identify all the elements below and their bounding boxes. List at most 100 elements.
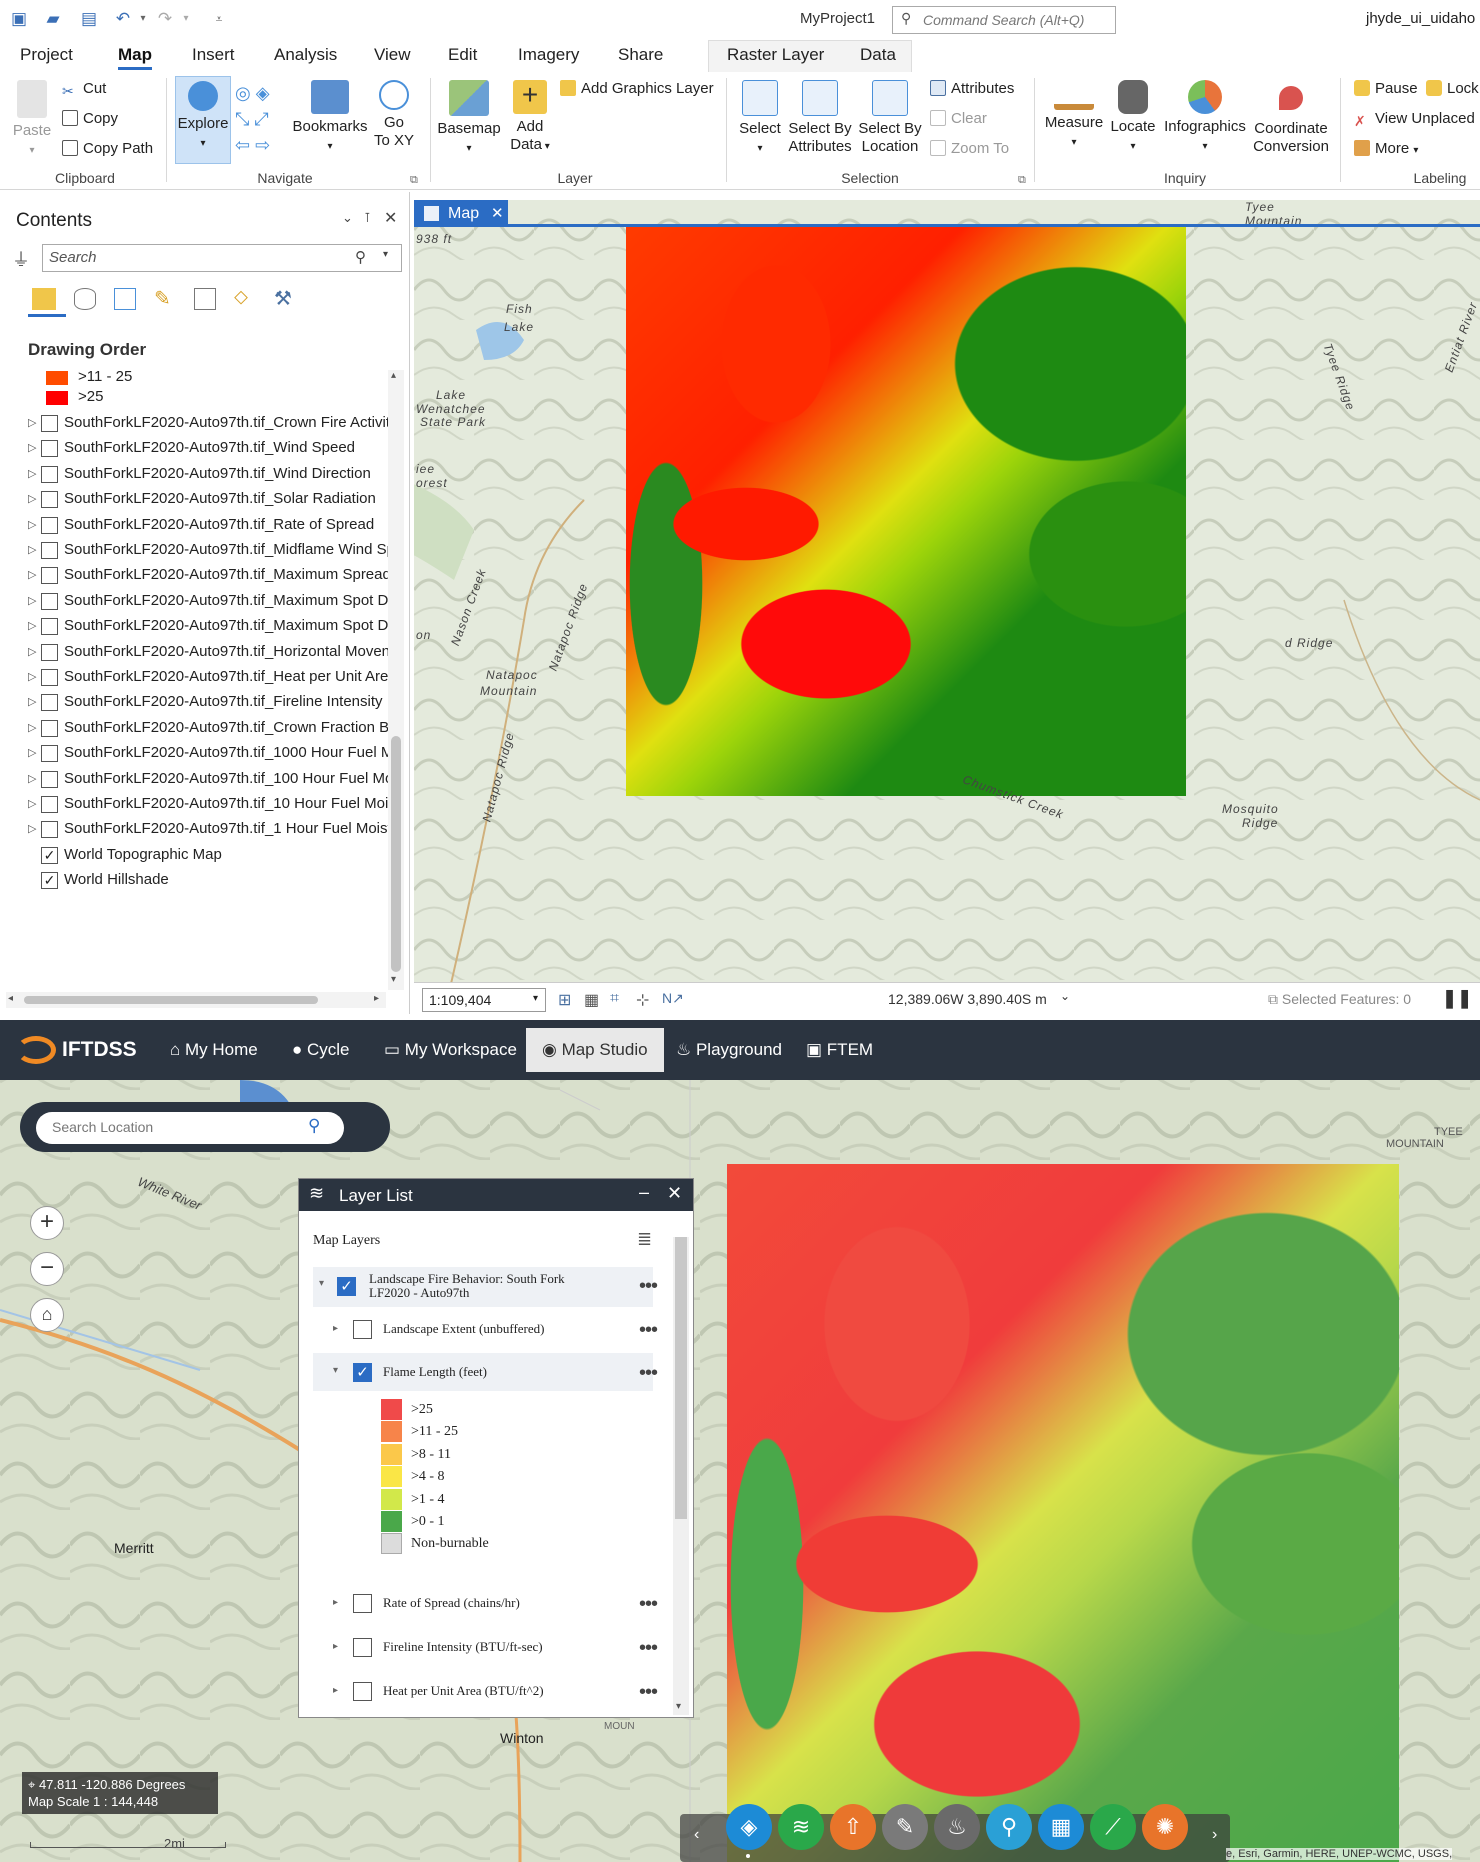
editing-icon[interactable]: ✎	[154, 286, 171, 311]
tab-edit[interactable]: Edit	[448, 45, 477, 65]
layer-visibility-checkbox[interactable]	[41, 592, 58, 610]
new-project-icon[interactable]: ▣	[8, 8, 30, 30]
fire-tool-button[interactable]: ♨	[934, 1804, 980, 1850]
grid-tool-button[interactable]: ▦	[1038, 1804, 1084, 1850]
toolbar-next-icon[interactable]: ›	[1212, 1826, 1217, 1844]
layer-visibility-checkbox[interactable]	[41, 491, 58, 509]
scroll-thumb[interactable]	[391, 736, 401, 972]
copy-button[interactable]: Copy	[62, 110, 118, 128]
pin-icon[interactable]: ⊺	[364, 210, 371, 226]
tab-analysis[interactable]: Analysis	[274, 45, 337, 65]
layer-visibility-checkbox[interactable]	[41, 745, 58, 763]
layer-visibility-checkbox[interactable]	[41, 643, 58, 661]
tab-data[interactable]: Data	[860, 45, 896, 65]
layer-group-checkbox[interactable]: ✓	[337, 1277, 356, 1296]
layer-checkbox[interactable]: ✓	[353, 1363, 372, 1382]
collapse-icon[interactable]: ▾	[319, 1278, 324, 1289]
search-icon[interactable]: ⚲	[308, 1116, 320, 1136]
layer-item[interactable]: ▷ SouthForkLF2020-Auto97th.tif_Solar Radi…	[28, 488, 388, 514]
pause-labeling-button[interactable]: Pause	[1354, 80, 1418, 98]
nav-my-home[interactable]: ⌂ My Home	[170, 1040, 258, 1060]
expand-icon[interactable]: ▷	[28, 822, 36, 835]
draw-tool-button[interactable]: ✎	[882, 1804, 928, 1850]
north-arrow-icon[interactable]: N↗	[662, 990, 684, 1007]
expand-icon[interactable]: ▷	[28, 416, 36, 429]
layer-item[interactable]: ▷ SouthForkLF2020-Auto97th.tif_Wind Speed	[28, 437, 388, 463]
measure-toggle-icon[interactable]: ⊹	[636, 990, 649, 1010]
expand-icon[interactable]: ▷	[28, 670, 36, 683]
expand-icon[interactable]: ▷	[28, 772, 36, 785]
view-unplaced-button[interactable]: ✗ View Unplaced	[1354, 110, 1475, 129]
paste-button[interactable]: Paste ▾	[10, 80, 54, 160]
layer-item[interactable]: ▷ SouthForkLF2020-Auto97th.tif_Maximum Sp…	[28, 564, 388, 590]
chevron-down-icon[interactable]: ▾	[383, 249, 388, 260]
bookmarks-button[interactable]: Bookmarks ▾	[292, 80, 368, 156]
save-icon[interactable]: ▤	[78, 8, 100, 30]
scroll-right-icon[interactable]: ▸	[374, 993, 379, 1004]
perspective-icon[interactable]: ⚒	[274, 286, 292, 311]
toolbar-prev-icon[interactable]: ‹	[694, 1826, 699, 1844]
pause-drawing-icon[interactable]: ❚❚	[1442, 988, 1472, 1009]
expand-icon[interactable]: ▷	[28, 695, 36, 708]
layer-list-scrollbar[interactable]: ▾	[673, 1237, 689, 1715]
basemaps-tool-button[interactable]: ≋	[778, 1804, 824, 1850]
home-extent-button[interactable]: ⌂	[30, 1298, 64, 1332]
layer-visibility-checkbox[interactable]	[41, 542, 58, 559]
layer-options-icon[interactable]: ≣	[637, 1229, 652, 1250]
map-view[interactable]: Tyee Mountain 938 ft Fish Lake Lake Wenatchee S…	[414, 200, 1480, 1014]
h-scroll-thumb[interactable]	[24, 996, 318, 1004]
upload-tool-button[interactable]: ⇧	[830, 1804, 876, 1850]
nav-ftem[interactable]: ▣ FTEM	[806, 1040, 873, 1060]
layer-row-flame-length[interactable]: ▾ ✓ Flame Length (feet) •••	[313, 1353, 658, 1391]
expand-icon[interactable]: ▸	[333, 1597, 338, 1608]
iftdss-brand[interactable]: IFTDSS	[62, 1038, 137, 1062]
undo-dropdown-icon[interactable]: ▾	[132, 8, 154, 30]
scale-select[interactable]: 1:109,404 ▾	[422, 988, 546, 1012]
layer-checkbox[interactable]	[353, 1682, 372, 1701]
nav-cycle[interactable]: ● Cycle	[292, 1040, 350, 1060]
cut-button[interactable]: ✂ Cut	[62, 80, 106, 99]
select-button[interactable]: Select ▾	[736, 80, 784, 158]
layer-item[interactable]: ✓ World Hillshade	[28, 869, 388, 895]
more-options-icon[interactable]: •••	[639, 1637, 658, 1660]
layer-visibility-checkbox[interactable]	[41, 821, 58, 839]
layer-row-extent[interactable]: ▸ Landscape Extent (unbuffered) •••	[313, 1311, 658, 1347]
grid-icon[interactable]: ▦	[584, 990, 599, 1010]
scroll-left-icon[interactable]: ◂	[8, 993, 13, 1004]
close-icon[interactable]: ✕	[384, 208, 397, 228]
settings-tool-button[interactable]: ✺	[1142, 1804, 1188, 1850]
tab-insert[interactable]: Insert	[192, 45, 235, 65]
copy-path-button[interactable]: Copy Path	[62, 140, 153, 158]
attributes-button[interactable]: Attributes	[930, 80, 1014, 98]
layer-row-heat-per-unit-area[interactable]: ▸ Heat per Unit Area (BTU/ft^2) •••	[313, 1673, 658, 1709]
expand-icon[interactable]: ▷	[28, 619, 36, 632]
basemap-button[interactable]: Basemap ▾	[436, 80, 502, 158]
more-labeling-button[interactable]: More ▾	[1354, 140, 1418, 160]
more-options-icon[interactable]: •••	[639, 1275, 658, 1298]
layer-item[interactable]: ▷ SouthForkLF2020-Auto97th.tif_Wind Direc…	[28, 463, 388, 489]
layer-visibility-checkbox[interactable]	[41, 796, 58, 813]
expand-icon[interactable]: ▷	[28, 518, 36, 531]
expand-icon[interactable]: ▷	[28, 797, 36, 810]
drawing-order-icon[interactable]	[32, 288, 56, 310]
redo-icon[interactable]: ↷	[154, 8, 176, 30]
layer-item[interactable]: ▷ SouthForkLF2020-Auto97th.tif_1 Hour Fue…	[28, 818, 388, 844]
fixed-zoom-icon[interactable]: ⊞	[558, 990, 571, 1010]
more-options-icon[interactable]: •••	[639, 1362, 658, 1385]
layer-item[interactable]: ▷ SouthForkLF2020-Auto97th.tif_Fireline I…	[28, 691, 388, 717]
contents-horizontal-scrollbar[interactable]: ◂ ▸	[6, 992, 386, 1008]
layer-group-row[interactable]: ▾ ✓ Landscape Fire Behavior: South Fork …	[313, 1267, 658, 1307]
location-tool-button[interactable]: ⚲	[986, 1804, 1032, 1850]
scroll-up-icon[interactable]: ▴	[391, 370, 396, 381]
expand-icon[interactable]: ▸	[333, 1685, 338, 1696]
layer-visibility-checkbox[interactable]	[41, 415, 58, 432]
nav-playground[interactable]: ♨ Playground	[676, 1040, 782, 1060]
close-icon[interactable]: ✕	[491, 204, 504, 222]
layer-visibility-checkbox[interactable]	[41, 669, 58, 686]
layer-item[interactable]: ▷ SouthForkLF2020-Auto97th.tif_Rate of Sp…	[28, 514, 388, 540]
customize-qat-icon[interactable]: ⩡	[208, 8, 230, 30]
expand-icon[interactable]: ▷	[28, 568, 36, 581]
layer-item[interactable]: ▷ SouthForkLF2020-Auto97th.tif_100 Hour F…	[28, 768, 388, 794]
layer-visibility-checkbox[interactable]	[41, 516, 58, 534]
more-options-icon[interactable]: •••	[639, 1593, 658, 1616]
